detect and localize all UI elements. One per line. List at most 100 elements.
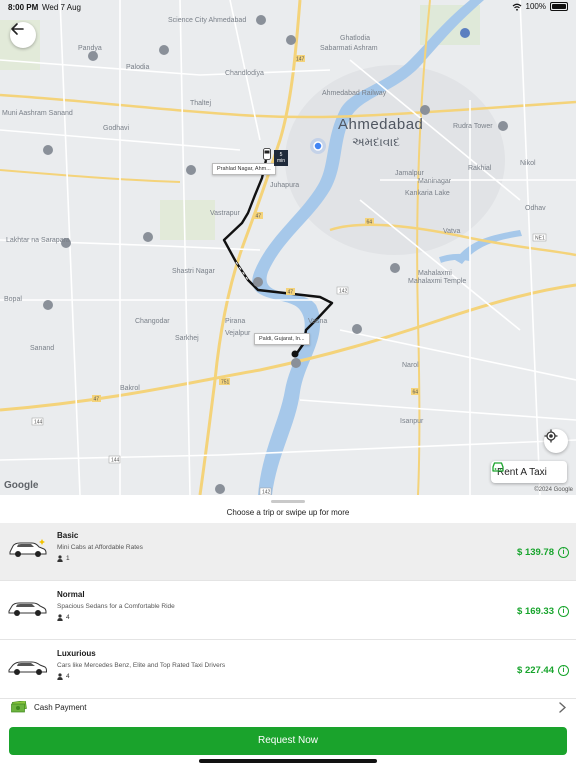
map-place-label: Maninagar [418,178,452,185]
svg-text:142: 142 [339,289,348,295]
person-icon [57,614,63,621]
map-view[interactable]: 147 47 64 47 142 47 751 64 NE1 144 144 1… [0,0,576,495]
city-label-gujarati: અમદાવાદ [352,135,400,149]
payment-method-label: Cash Payment [34,703,87,712]
map-place-label: Chandlodiya [225,70,264,77]
map-place-label: Lakhtar na Sarapara [6,237,70,244]
map-place-label: Vejalpur [225,330,251,337]
ride-option-normal[interactable]: Normal Spacious Sedans for a Comfortable… [0,582,576,640]
pickup-callout[interactable]: Prahlad Nagar, Ahm... [212,163,276,175]
back-button[interactable] [10,22,36,48]
info-icon[interactable]: i [558,606,569,617]
map-place-label: Vatva [443,228,461,235]
person-icon [57,555,63,562]
ride-name: Basic [57,531,79,540]
ride-seats: 1 [57,555,70,562]
request-now-button[interactable]: Request Now [9,727,567,755]
map-place-label: Pirana [225,318,246,325]
info-icon[interactable]: i [558,547,569,558]
map-place-label: Vastrapur [210,210,240,217]
status-date: Wed 7 Aug [42,3,81,12]
city-label: Ahmedabad [338,116,424,133]
payment-method-row[interactable]: Cash Payment [0,694,576,722]
map-canvas: 147 47 64 47 142 47 751 64 NE1 144 144 1… [0,0,576,495]
map-place-label: Rakhial [468,165,492,172]
ride-option-basic[interactable]: Basic Mini Cabs at Affordable Rates 1 $ … [0,523,576,581]
svg-text:64: 64 [413,390,419,396]
battery-icon [550,2,568,11]
ride-seat-count: 4 [66,673,70,680]
car-icon [8,661,47,675]
person-icon [57,673,63,680]
map-place-label: Mahalaxmi [418,270,452,277]
map-place-label: Narol [402,362,419,369]
svg-text:147: 147 [296,57,305,63]
svg-text:47: 47 [256,214,262,220]
ride-seats: 4 [57,673,70,680]
ride-price: $ 169.33 [517,606,554,617]
svg-text:NE1: NE1 [535,236,545,242]
map-place-label: Thaltej [190,100,212,107]
svg-text:751: 751 [221,380,230,386]
ride-options-sheet[interactable]: Choose a trip or swipe up for more Basic… [0,495,576,768]
ride-option-luxurious[interactable]: Luxurious Cars like Mercedes Benz, Elite… [0,641,576,699]
info-icon[interactable]: i [558,665,569,676]
map-place-label: Palodia [126,64,150,71]
map-place-label: Kankaria Lake [405,190,450,197]
car-icon [9,539,47,557]
map-place-label: Juhapura [270,182,300,189]
map-place-label: Godhavi [103,125,130,132]
ride-price: $ 139.78 [517,547,554,558]
crosshair-icon [544,429,558,443]
svg-text:144: 144 [111,458,120,464]
sheet-title: Choose a trip or swipe up for more [226,508,350,517]
map-place-label: Sanand [30,345,55,352]
rent-a-taxi-button[interactable]: Rent A Taxi [491,461,567,483]
wifi-icon [512,3,521,11]
chevron-right-icon [559,702,566,713]
ride-price: $ 227.44 [517,665,554,676]
map-place-label: Isanpur [400,418,424,425]
map-place-label: Nikol [520,160,536,167]
map-place-label: Sabarmati Ashram [320,45,378,52]
status-time: 8:00 PM [8,3,39,12]
google-logo: Google [4,480,39,491]
my-location-button[interactable] [544,429,568,453]
ride-seat-count: 1 [66,555,70,562]
battery-percent: 100% [525,2,546,11]
ride-seat-count: 4 [66,614,70,621]
eta-badge: 5 min [274,150,289,166]
map-place-label: Odhav [525,205,546,212]
current-location-dot [313,141,323,151]
map-place-label: Muni Aashram Sanand [2,110,73,117]
ride-name: Normal [57,590,85,599]
svg-text:47: 47 [288,290,294,296]
ride-seats: 4 [57,614,70,621]
dropoff-callout[interactable]: Paldi, Gujarat, In... [254,333,310,345]
map-place-label: Changodar [135,318,170,325]
dropoff-pin [291,350,299,358]
map-place-label: Ghatlodia [340,35,370,42]
svg-text:64: 64 [367,220,373,226]
map-place-label: Science City Ahmedabad [168,17,247,24]
map-place-label: Pandya [78,45,102,52]
eta-unit: min [277,158,286,164]
map-place-label: Bopal [4,296,22,303]
map-place-label: Rudra Tower [453,123,493,130]
ride-name: Luxurious [57,649,96,658]
status-bar: 8:00 PM Wed 7 Aug 100% [0,0,576,14]
map-place-label: Mahalaxmi Temple [408,278,467,285]
map-place-label: Vasna [308,318,328,325]
map-copyright: ©2024 Google [534,487,573,493]
map-place-label: Shastri Nagar [172,268,215,275]
sheet-drag-handle[interactable] [271,500,305,503]
map-place-label: Ahmedabad Railway [322,90,387,97]
taxi-icon [492,462,504,472]
ride-description: Cars like Mercedes Benz, Elite and Top R… [57,662,226,669]
map-place-label: Bakrol [120,385,140,392]
map-place-label: Jamalpur [395,170,424,177]
cash-icon [11,701,27,713]
arrow-left-icon [11,23,24,35]
car-icon [8,602,47,616]
ride-description: Mini Cabs at Affordable Rates [57,544,143,551]
